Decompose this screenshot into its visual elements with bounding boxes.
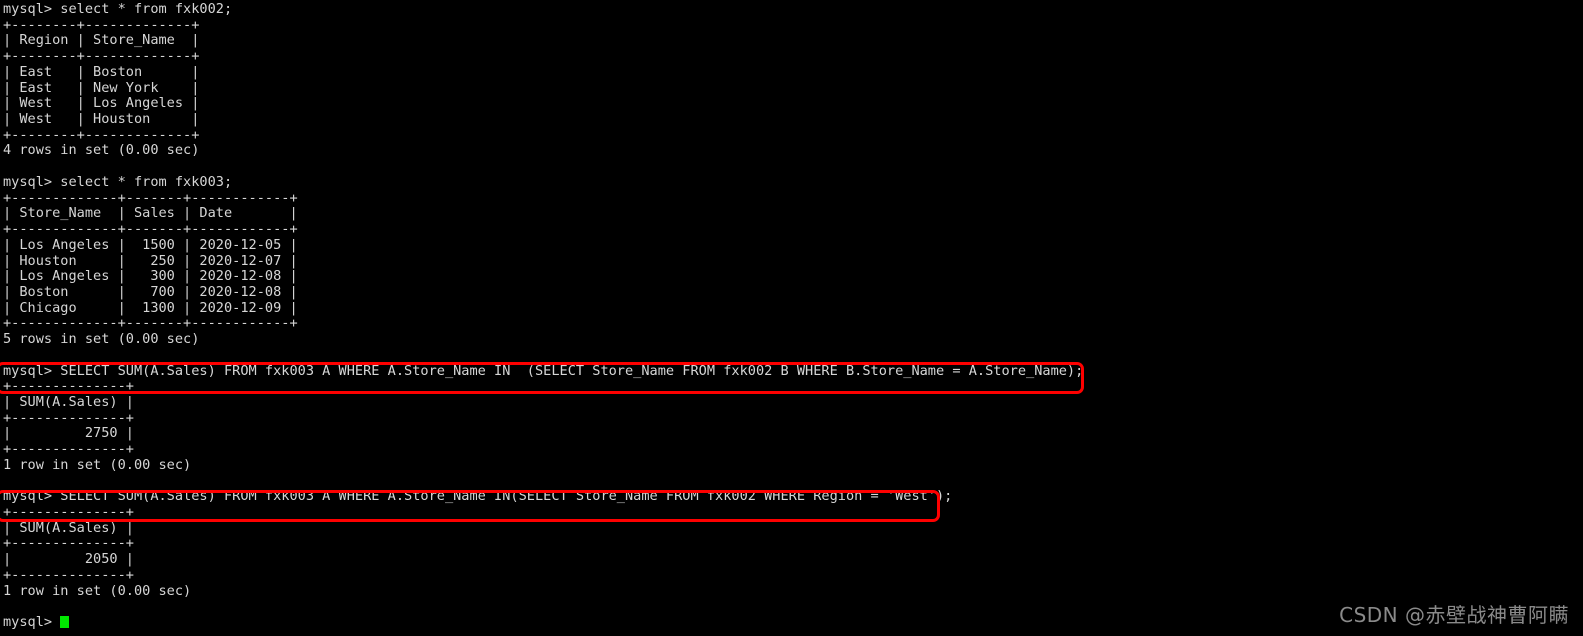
terminal-line: 4 rows in set (0.00 sec)	[3, 142, 200, 159]
terminal-line: | West | Los Angeles |	[3, 95, 200, 112]
terminal-line: +--------------+	[3, 409, 134, 426]
terminal-line: mysql> select * from fxk003;	[3, 173, 233, 190]
terminal-line: 1 row in set (0.00 sec)	[3, 582, 192, 599]
terminal-line: | Region | Store_Name |	[3, 32, 200, 49]
terminal-line: 1 row in set (0.00 sec)	[3, 456, 192, 473]
terminal-line: | Chicago | 1300 | 2020-12-09 |	[3, 299, 298, 316]
terminal-line: | SUM(A.Sales) |	[3, 519, 134, 536]
terminal-line: +-------------+-------+------------+	[3, 189, 298, 206]
terminal-line: +--------------+	[3, 378, 134, 395]
terminal-line: | Boston | 700 | 2020-12-08 |	[3, 283, 298, 300]
terminal-line: mysql> SELECT SUM(A.Sales) FROM fxk003 A…	[3, 488, 953, 505]
terminal-window[interactable]: mysql> select * from fxk002; +--------+--…	[0, 0, 1583, 636]
terminal-line: | West | Houston |	[3, 111, 200, 128]
terminal-line: +--------+-------------+	[3, 48, 200, 65]
terminal-line: +-------------+-------+------------+	[3, 221, 298, 238]
csdn-watermark: CSDN @赤壁战神曹阿瞒	[1339, 603, 1569, 627]
terminal-line: mysql> SELECT SUM(A.Sales) FROM fxk003 A…	[3, 362, 1084, 379]
terminal-line: | 2750 |	[3, 425, 134, 442]
terminal-line: 5 rows in set (0.00 sec)	[3, 331, 200, 348]
terminal-prompt-line[interactable]: mysql>	[3, 614, 1083, 631]
terminal-line: | Los Angeles | 300 | 2020-12-08 |	[3, 268, 298, 285]
terminal-line: +--------+-------------+	[3, 126, 200, 143]
terminal-line: | East | Boston |	[3, 63, 200, 80]
terminal-line: | 2050 |	[3, 551, 134, 568]
terminal-line: +-------------+-------+------------+	[3, 315, 298, 332]
terminal-cursor	[60, 616, 70, 629]
terminal-output: mysql> select * from fxk002; +--------+--…	[3, 1, 1084, 631]
prompt-label: mysql>	[3, 614, 61, 631]
terminal-line: +--------------+	[3, 441, 134, 458]
terminal-line: | Store_Name | Sales | Date |	[3, 205, 298, 222]
terminal-line: +--------------+	[3, 566, 134, 583]
terminal-line: +--------------+	[3, 504, 134, 520]
terminal-line: +--------+-------------+	[3, 16, 200, 33]
terminal-line: | Los Angeles | 1500 | 2020-12-05 |	[3, 236, 298, 253]
terminal-line: | SUM(A.Sales) |	[3, 393, 134, 410]
terminal-line: | Houston | 250 | 2020-12-07 |	[3, 252, 298, 269]
terminal-line: +--------------+	[3, 535, 134, 552]
terminal-line: | East | New York |	[3, 79, 200, 96]
terminal-line: mysql> select * from fxk002;	[3, 1, 233, 17]
